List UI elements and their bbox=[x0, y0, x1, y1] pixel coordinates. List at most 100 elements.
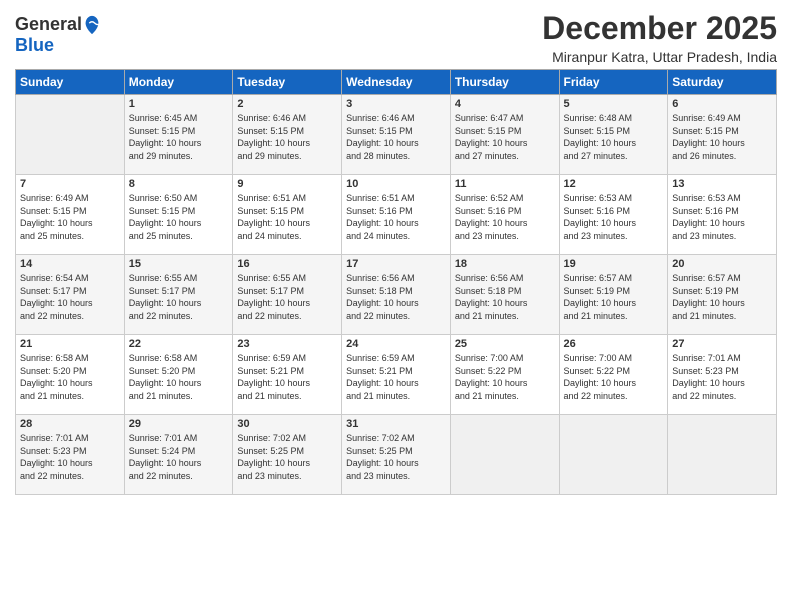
day-number: 19 bbox=[564, 258, 664, 270]
day-number: 16 bbox=[237, 258, 337, 270]
calendar-cell: 3 Sunrise: 6:46 AM Sunset: 5:15 PM Daylig… bbox=[342, 95, 451, 175]
calendar-header: SundayMondayTuesdayWednesdayThursdayFrid… bbox=[16, 70, 777, 95]
day-number: 6 bbox=[672, 98, 772, 110]
day-number: 9 bbox=[237, 178, 337, 190]
day-number: 4 bbox=[455, 98, 555, 110]
day-info: Sunrise: 7:00 AM Sunset: 5:22 PM Dayligh… bbox=[455, 352, 555, 402]
day-info: Sunrise: 6:59 AM Sunset: 5:21 PM Dayligh… bbox=[346, 352, 446, 402]
calendar-cell: 28 Sunrise: 7:01 AM Sunset: 5:23 PM Dayli… bbox=[16, 415, 125, 495]
day-info: Sunrise: 6:49 AM Sunset: 5:15 PM Dayligh… bbox=[20, 192, 120, 242]
calendar-cell: 23 Sunrise: 6:59 AM Sunset: 5:21 PM Dayli… bbox=[233, 335, 342, 415]
week-row-2: 14Sunrise: 6:54 AM Sunset: 5:17 PM Dayli… bbox=[16, 255, 777, 335]
day-number: 2 bbox=[237, 98, 337, 110]
day-number: 12 bbox=[564, 178, 664, 190]
calendar-cell: 1 Sunrise: 6:45 AM Sunset: 5:15 PM Daylig… bbox=[124, 95, 233, 175]
day-number: 23 bbox=[237, 338, 337, 350]
day-info: Sunrise: 7:01 AM Sunset: 5:23 PM Dayligh… bbox=[20, 432, 120, 482]
day-number: 3 bbox=[346, 98, 446, 110]
day-info: Sunrise: 7:01 AM Sunset: 5:23 PM Dayligh… bbox=[672, 352, 772, 402]
day-info: Sunrise: 6:48 AM Sunset: 5:15 PM Dayligh… bbox=[564, 112, 664, 162]
day-number: 28 bbox=[20, 418, 120, 430]
day-info: Sunrise: 6:53 AM Sunset: 5:16 PM Dayligh… bbox=[564, 192, 664, 242]
day-info: Sunrise: 7:00 AM Sunset: 5:22 PM Dayligh… bbox=[564, 352, 664, 402]
title-block: December 2025 Miranpur Katra, Uttar Prad… bbox=[542, 10, 777, 65]
weekday-header-saturday: Saturday bbox=[668, 70, 777, 95]
calendar-cell bbox=[450, 415, 559, 495]
day-number: 25 bbox=[455, 338, 555, 350]
location-subtitle: Miranpur Katra, Uttar Pradesh, India bbox=[542, 49, 777, 65]
calendar-cell: 20Sunrise: 6:57 AM Sunset: 5:19 PM Dayli… bbox=[668, 255, 777, 335]
day-number: 24 bbox=[346, 338, 446, 350]
calendar-cell: 2Sunrise: 6:46 AM Sunset: 5:15 PM Daylig… bbox=[233, 95, 342, 175]
weekday-header-thursday: Thursday bbox=[450, 70, 559, 95]
calendar-cell: 22Sunrise: 6:58 AM Sunset: 5:20 PM Dayli… bbox=[124, 335, 233, 415]
day-number: 27 bbox=[672, 338, 772, 350]
calendar-cell bbox=[16, 95, 125, 175]
calendar-cell: 24 Sunrise: 6:59 AM Sunset: 5:21 PM Dayli… bbox=[342, 335, 451, 415]
day-number: 7 bbox=[20, 178, 120, 190]
day-info: Sunrise: 6:56 AM Sunset: 5:18 PM Dayligh… bbox=[455, 272, 555, 322]
day-info: Sunrise: 6:55 AM Sunset: 5:17 PM Dayligh… bbox=[129, 272, 229, 322]
calendar-cell: 14Sunrise: 6:54 AM Sunset: 5:17 PM Dayli… bbox=[16, 255, 125, 335]
calendar-cell: 30 Sunrise: 7:02 AM Sunset: 5:25 PM Dayli… bbox=[233, 415, 342, 495]
calendar-cell: 6 Sunrise: 6:49 AM Sunset: 5:15 PM Daylig… bbox=[668, 95, 777, 175]
calendar-cell: 12 Sunrise: 6:53 AM Sunset: 5:16 PM Dayli… bbox=[559, 175, 668, 255]
day-number: 31 bbox=[346, 418, 446, 430]
calendar-cell: 10Sunrise: 6:51 AM Sunset: 5:16 PM Dayli… bbox=[342, 175, 451, 255]
week-row-0: 1 Sunrise: 6:45 AM Sunset: 5:15 PM Daylig… bbox=[16, 95, 777, 175]
weekday-header-friday: Friday bbox=[559, 70, 668, 95]
calendar-cell: 31 Sunrise: 7:02 AM Sunset: 5:25 PM Dayli… bbox=[342, 415, 451, 495]
calendar-body: 1 Sunrise: 6:45 AM Sunset: 5:15 PM Daylig… bbox=[16, 95, 777, 495]
calendar-cell: 19Sunrise: 6:57 AM Sunset: 5:19 PM Dayli… bbox=[559, 255, 668, 335]
day-info: Sunrise: 6:49 AM Sunset: 5:15 PM Dayligh… bbox=[672, 112, 772, 162]
calendar-cell: 7 Sunrise: 6:49 AM Sunset: 5:15 PM Daylig… bbox=[16, 175, 125, 255]
calendar-container: General Blue December 2025 Miranpur Katr… bbox=[0, 0, 792, 505]
month-title: December 2025 bbox=[542, 10, 777, 47]
day-number: 11 bbox=[455, 178, 555, 190]
day-info: Sunrise: 6:45 AM Sunset: 5:15 PM Dayligh… bbox=[129, 112, 229, 162]
weekday-header-tuesday: Tuesday bbox=[233, 70, 342, 95]
calendar-cell: 11Sunrise: 6:52 AM Sunset: 5:16 PM Dayli… bbox=[450, 175, 559, 255]
day-number: 29 bbox=[129, 418, 229, 430]
logo-blue: Blue bbox=[15, 35, 54, 55]
day-number: 8 bbox=[129, 178, 229, 190]
weekday-header-wednesday: Wednesday bbox=[342, 70, 451, 95]
day-info: Sunrise: 6:59 AM Sunset: 5:21 PM Dayligh… bbox=[237, 352, 337, 402]
weekday-header-monday: Monday bbox=[124, 70, 233, 95]
day-number: 21 bbox=[20, 338, 120, 350]
weekday-header-row: SundayMondayTuesdayWednesdayThursdayFrid… bbox=[16, 70, 777, 95]
day-info: Sunrise: 6:57 AM Sunset: 5:19 PM Dayligh… bbox=[672, 272, 772, 322]
day-number: 17 bbox=[346, 258, 446, 270]
calendar-cell: 27 Sunrise: 7:01 AM Sunset: 5:23 PM Dayli… bbox=[668, 335, 777, 415]
day-info: Sunrise: 6:53 AM Sunset: 5:16 PM Dayligh… bbox=[672, 192, 772, 242]
day-number: 1 bbox=[129, 98, 229, 110]
weekday-header-sunday: Sunday bbox=[16, 70, 125, 95]
calendar-cell: 4 Sunrise: 6:47 AM Sunset: 5:15 PM Daylig… bbox=[450, 95, 559, 175]
week-row-3: 21 Sunrise: 6:58 AM Sunset: 5:20 PM Dayli… bbox=[16, 335, 777, 415]
calendar-cell: 26Sunrise: 7:00 AM Sunset: 5:22 PM Dayli… bbox=[559, 335, 668, 415]
day-info: Sunrise: 6:46 AM Sunset: 5:15 PM Dayligh… bbox=[346, 112, 446, 162]
day-info: Sunrise: 6:55 AM Sunset: 5:17 PM Dayligh… bbox=[237, 272, 337, 322]
day-info: Sunrise: 6:47 AM Sunset: 5:15 PM Dayligh… bbox=[455, 112, 555, 162]
calendar-cell: 9Sunrise: 6:51 AM Sunset: 5:15 PM Daylig… bbox=[233, 175, 342, 255]
header: General Blue December 2025 Miranpur Katr… bbox=[15, 10, 777, 65]
calendar-cell: 5 Sunrise: 6:48 AM Sunset: 5:15 PM Daylig… bbox=[559, 95, 668, 175]
calendar-cell: 16 Sunrise: 6:55 AM Sunset: 5:17 PM Dayli… bbox=[233, 255, 342, 335]
day-number: 5 bbox=[564, 98, 664, 110]
calendar-cell: 13Sunrise: 6:53 AM Sunset: 5:16 PM Dayli… bbox=[668, 175, 777, 255]
day-info: Sunrise: 6:56 AM Sunset: 5:18 PM Dayligh… bbox=[346, 272, 446, 322]
day-number: 30 bbox=[237, 418, 337, 430]
logo-wave-icon bbox=[83, 14, 101, 36]
calendar-cell: 18Sunrise: 6:56 AM Sunset: 5:18 PM Dayli… bbox=[450, 255, 559, 335]
day-number: 22 bbox=[129, 338, 229, 350]
day-info: Sunrise: 7:01 AM Sunset: 5:24 PM Dayligh… bbox=[129, 432, 229, 482]
calendar-cell: 29 Sunrise: 7:01 AM Sunset: 5:24 PM Dayli… bbox=[124, 415, 233, 495]
logo: General Blue bbox=[15, 14, 101, 56]
calendar-cell: 8Sunrise: 6:50 AM Sunset: 5:15 PM Daylig… bbox=[124, 175, 233, 255]
day-info: Sunrise: 6:58 AM Sunset: 5:20 PM Dayligh… bbox=[20, 352, 120, 402]
day-info: Sunrise: 7:02 AM Sunset: 5:25 PM Dayligh… bbox=[346, 432, 446, 482]
day-number: 10 bbox=[346, 178, 446, 190]
week-row-1: 7 Sunrise: 6:49 AM Sunset: 5:15 PM Daylig… bbox=[16, 175, 777, 255]
day-info: Sunrise: 7:02 AM Sunset: 5:25 PM Dayligh… bbox=[237, 432, 337, 482]
calendar-cell bbox=[559, 415, 668, 495]
